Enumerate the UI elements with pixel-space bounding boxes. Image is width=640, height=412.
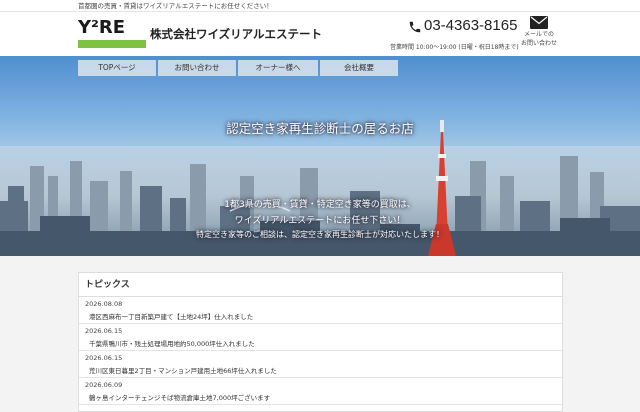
topic-item[interactable]: 2026.08.08 港区西麻布一丁目新築戸建て【土地24坪】仕入れました	[79, 297, 562, 324]
mail-icon	[530, 16, 548, 29]
mail-label-1: メールでの	[523, 31, 554, 38]
topic-date: 2026.08.08	[85, 300, 123, 308]
nav-contact[interactable]: お問い合わせ	[158, 60, 236, 76]
topics-section: トピックス 2026.08.08 港区西麻布一丁目新築戸建て【土地24坪】仕入れ…	[78, 272, 563, 412]
site-header: Y²RE 株式会社ワイズリアルエステート 03-4363-8165 営業時間 1…	[0, 12, 640, 56]
top-announcement: 首都圏の売買・賃貸はワイズリアルエステートにお任せください！	[0, 0, 640, 12]
business-hours: 営業時間 10:00～19:00 (日曜・祝日18時まで)	[390, 44, 519, 51]
hero-line-4: 特定空き家等のご相談は、認定空き家再生診断士が対応いたします！	[196, 230, 444, 239]
topic-date: 2026.06.15	[85, 327, 123, 335]
mail-contact-link[interactable]: メールでの お問い合わせ	[518, 16, 560, 47]
company-logo[interactable]: Y²RE	[78, 18, 146, 48]
topic-title[interactable]: 港区西麻布一丁目新築戸建て【土地24坪】仕入れました	[85, 311, 556, 321]
mail-label-2: お問い合わせ	[520, 40, 557, 47]
topic-item[interactable]: 2026.06.15 荒川区東日暮里2丁目・マンション戸建用土地66坪仕入れまし…	[79, 351, 562, 378]
logo-bar	[78, 40, 146, 48]
topic-title[interactable]: 鶴ヶ島インターチェンジそば物流倉庫土地7,000坪ございます	[85, 392, 556, 402]
hero-banner: TOPページ お問い合わせ オーナー様へ 会社概要 認定空き家再生診断士の居るお…	[0, 56, 640, 256]
company-name[interactable]: 株式会社ワイズリアルエステート	[150, 26, 322, 42]
topic-item[interactable]: 2026.06.09 鶴ヶ島インターチェンジそば物流倉庫土地7,000坪ございま…	[79, 378, 562, 405]
main-nav: TOPページ お問い合わせ オーナー様へ 会社概要	[78, 60, 398, 76]
nav-company[interactable]: 会社概要	[320, 60, 398, 76]
hero-line-2: 1都3県の売買・賃貸・特定空き家等の買取は、	[224, 200, 416, 210]
nav-owners[interactable]: オーナー様へ	[238, 60, 318, 76]
phone-number[interactable]: 03-4363-8165	[424, 17, 517, 34]
nav-top[interactable]: TOPページ	[78, 60, 156, 76]
topics-title: トピックス	[79, 273, 562, 297]
topic-date: 2026.06.09	[85, 381, 123, 389]
topic-date: 2026.06.15	[85, 354, 123, 362]
topic-title[interactable]: 荒川区東日暮里2丁目・マンション戸建用土地66坪仕入れました	[85, 365, 556, 375]
logo-text: Y²RE	[78, 17, 126, 38]
topic-item[interactable]: 2026.06.15 千葉県鴨川市・残土処理場用地約50,000坪仕入れました	[79, 324, 562, 351]
phone-icon	[409, 21, 421, 33]
topic-title[interactable]: 千葉県鴨川市・残土処理場用地約50,000坪仕入れました	[85, 338, 556, 348]
hero-line-3: ワイズリアルエステートにお任せ下さい！	[234, 216, 406, 226]
hero-headline: 認定空き家再生診断士の居るお店	[226, 121, 414, 136]
